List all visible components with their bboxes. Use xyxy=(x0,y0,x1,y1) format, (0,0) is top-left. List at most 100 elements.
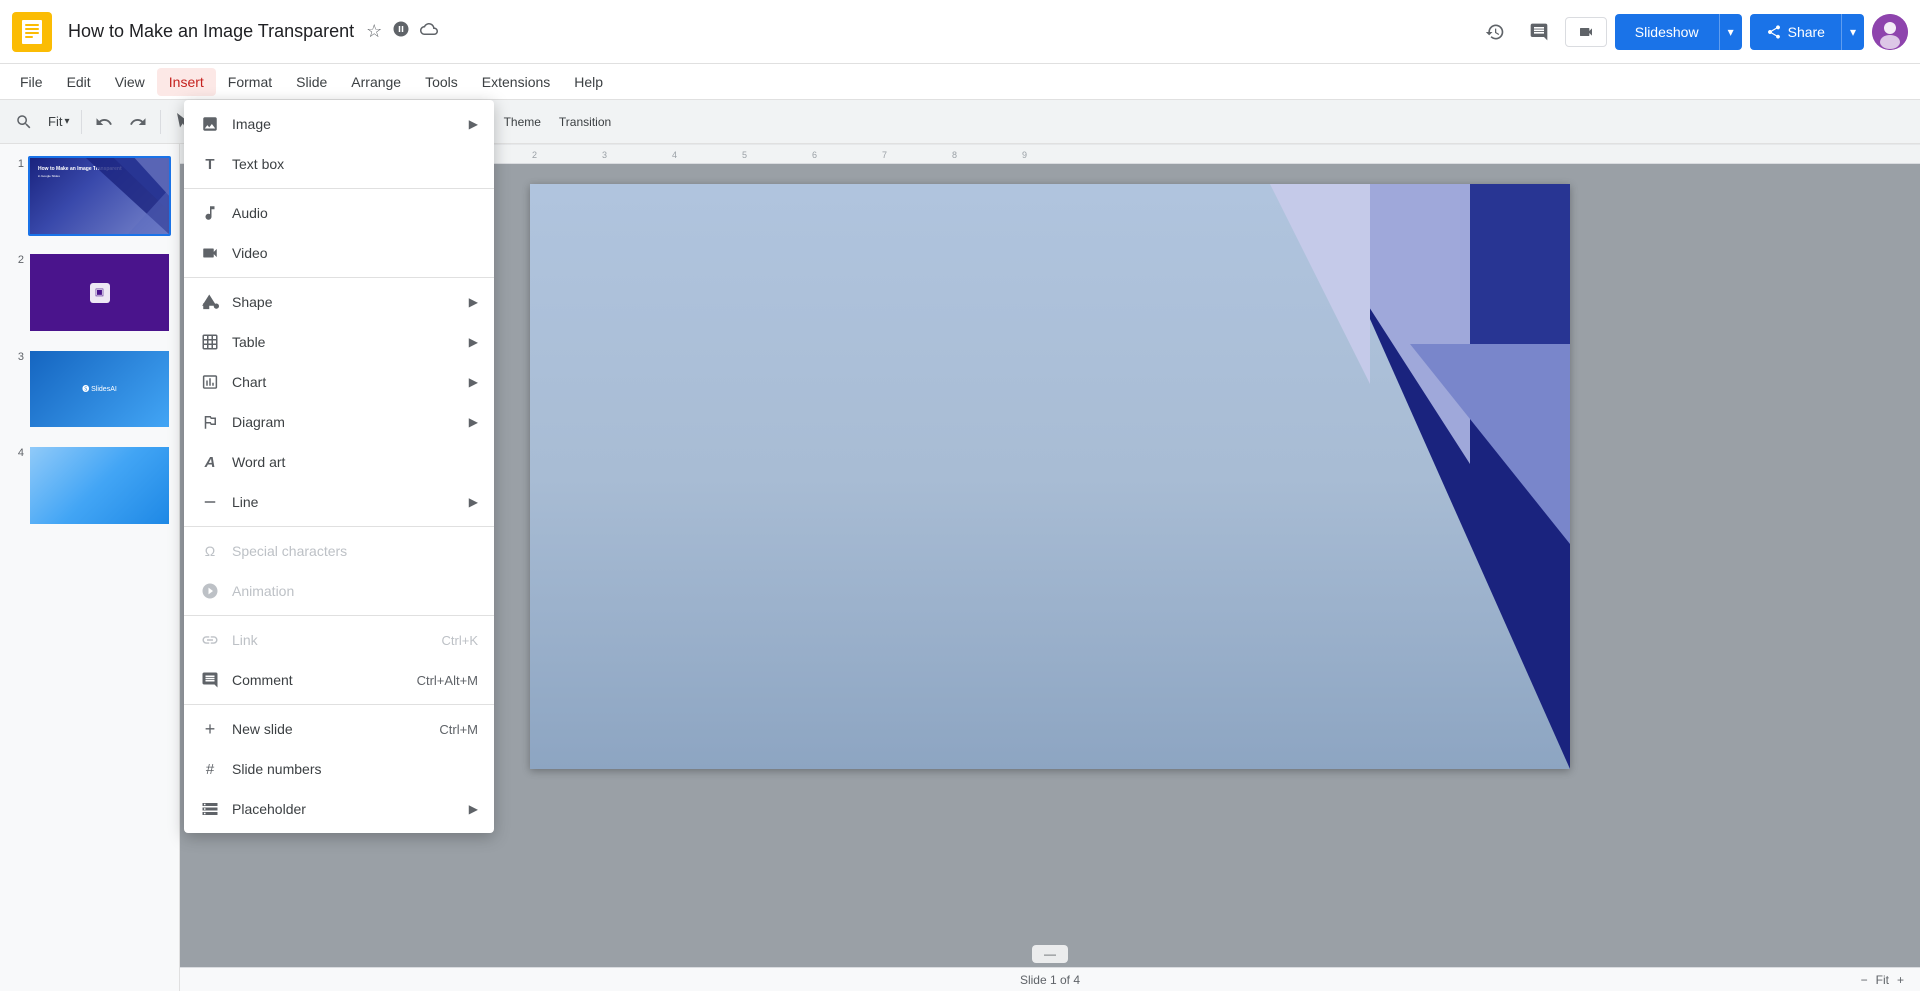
avatar[interactable] xyxy=(1872,14,1908,50)
zoom-in-button[interactable]: + xyxy=(1897,973,1904,987)
bottom-bar: Slide 1 of 4 − Fit + xyxy=(180,967,1920,991)
menu-item-slide[interactable]: Slide xyxy=(284,68,339,96)
meet-button[interactable] xyxy=(1565,17,1607,47)
placeholder-arrow: ▶ xyxy=(469,802,478,816)
slide-thumb-3[interactable]: 3 🅢 SlidesAI xyxy=(4,345,175,433)
slide-num-2: 2 xyxy=(8,252,24,266)
menu-item-view[interactable]: View xyxy=(103,68,157,96)
new-slide-icon: + xyxy=(200,719,220,739)
star-icon[interactable]: ☆ xyxy=(362,17,386,46)
menu-item-arrange[interactable]: Arrange xyxy=(339,68,413,96)
toolbar-search[interactable] xyxy=(8,106,40,138)
insert-menu-comment[interactable]: Comment Ctrl+Alt+M xyxy=(184,660,494,700)
svg-text:9: 9 xyxy=(1022,150,1027,160)
placeholder-icon xyxy=(200,799,220,819)
insert-menu-shape[interactable]: Shape ▶ xyxy=(184,282,494,322)
share-container: Share ▾ xyxy=(1750,14,1864,50)
toolbar-undo[interactable] xyxy=(88,106,120,138)
diagram-arrow: ▶ xyxy=(469,415,478,429)
svg-text:7: 7 xyxy=(882,150,887,160)
text-box-icon: T xyxy=(200,154,220,174)
slide-canvas[interactable] xyxy=(530,184,1570,769)
menu-item-insert[interactable]: Insert xyxy=(157,68,216,96)
slide-thumb-4[interactable]: 4 xyxy=(4,441,175,529)
slide3-logo: 🅢 SlidesAI xyxy=(82,384,117,394)
video-icon xyxy=(200,243,220,263)
divider-3 xyxy=(184,526,494,527)
image-icon xyxy=(200,114,220,134)
toolbar-transition[interactable]: Transition xyxy=(551,106,619,138)
menu-item-format[interactable]: Format xyxy=(216,68,284,96)
slide-panel: 1 How to Make an Image Transparent in Go… xyxy=(0,144,180,991)
comment-button[interactable] xyxy=(1521,14,1557,50)
insert-menu-video[interactable]: Video xyxy=(184,233,494,273)
menu-item-file[interactable]: File xyxy=(8,68,55,96)
toolbar-redo[interactable] xyxy=(122,106,154,138)
slide1-decoration xyxy=(86,158,169,234)
drive-icon[interactable] xyxy=(388,16,414,47)
line-arrow: ▶ xyxy=(469,495,478,509)
toolbar-divider-2 xyxy=(160,110,161,134)
new-slide-label: New slide xyxy=(232,721,439,737)
slideshow-dropdown-button[interactable]: ▾ xyxy=(1719,14,1742,50)
slide-thumb-2[interactable]: 2 ▣ xyxy=(4,248,175,336)
divider-1 xyxy=(184,188,494,189)
toolbar-zoom-fit[interactable]: Fit ▾ xyxy=(42,106,75,138)
insert-menu-word-art[interactable]: A Word art xyxy=(184,442,494,482)
menu-item-tools[interactable]: Tools xyxy=(413,68,470,96)
new-slide-shortcut: Ctrl+M xyxy=(439,722,478,737)
svg-text:2: 2 xyxy=(532,150,537,160)
audio-label: Audio xyxy=(232,205,478,221)
slide-preview-2: ▣ xyxy=(28,252,171,332)
menu-item-help[interactable]: Help xyxy=(562,68,615,96)
table-label: Table xyxy=(232,334,469,350)
slide-thumb-1[interactable]: 1 How to Make an Image Transparent in Go… xyxy=(4,152,175,240)
image-arrow: ▶ xyxy=(469,117,478,131)
divider-4 xyxy=(184,615,494,616)
title-right-controls: Slideshow ▾ Share ▾ xyxy=(1477,14,1908,50)
menu-bar: File Edit View Insert Format Slide Arran… xyxy=(0,64,1920,100)
divider-2 xyxy=(184,277,494,278)
share-label: Share xyxy=(1788,24,1825,40)
insert-menu-animation[interactable]: Animation xyxy=(184,571,494,611)
slide-num-4: 4 xyxy=(8,445,24,459)
insert-menu-line[interactable]: Line ▶ xyxy=(184,482,494,522)
history-button[interactable] xyxy=(1477,14,1513,50)
zoom-out-button[interactable]: − xyxy=(1861,973,1868,987)
diagram-label: Diagram xyxy=(232,414,469,430)
menu-item-edit[interactable]: Edit xyxy=(55,68,103,96)
bottom-bar-right: − Fit + xyxy=(1861,973,1904,987)
slide-numbers-icon: # xyxy=(200,759,220,779)
link-label: Link xyxy=(232,632,442,648)
insert-menu-audio[interactable]: Audio xyxy=(184,193,494,233)
animation-label: Animation xyxy=(232,583,478,599)
table-arrow: ▶ xyxy=(469,335,478,349)
share-button[interactable]: Share xyxy=(1750,14,1841,50)
insert-menu-table[interactable]: Table ▶ xyxy=(184,322,494,362)
toolbar-theme[interactable]: Theme xyxy=(496,106,549,138)
word-art-label: Word art xyxy=(232,454,478,470)
share-dropdown-button[interactable]: ▾ xyxy=(1841,14,1864,50)
insert-menu-slide-numbers[interactable]: # Slide numbers xyxy=(184,749,494,789)
placeholder-label: Placeholder xyxy=(232,801,469,817)
shape-arrow: ▶ xyxy=(469,295,478,309)
insert-menu-chart[interactable]: Chart ▶ xyxy=(184,362,494,402)
slide2-icon: ▣ xyxy=(90,283,110,303)
comment-icon xyxy=(200,670,220,690)
insert-menu-new-slide[interactable]: + New slide Ctrl+M xyxy=(184,709,494,749)
insert-menu-placeholder[interactable]: Placeholder ▶ xyxy=(184,789,494,829)
insert-menu-special-characters[interactable]: Ω Special characters xyxy=(184,531,494,571)
slide-preview-4 xyxy=(28,445,171,525)
cloud-icon[interactable] xyxy=(416,16,442,47)
chart-label: Chart xyxy=(232,374,469,390)
insert-menu-image[interactable]: Image ▶ xyxy=(184,104,494,144)
insert-menu-diagram[interactable]: Diagram ▶ xyxy=(184,402,494,442)
slideshow-button[interactable]: Slideshow xyxy=(1615,14,1719,50)
svg-text:5: 5 xyxy=(742,150,747,160)
menu-item-extensions[interactable]: Extensions xyxy=(470,68,562,96)
slide-num-3: 3 xyxy=(8,349,24,363)
doc-title: How to Make an Image Transparent xyxy=(68,21,354,42)
text-box-label: Text box xyxy=(232,156,478,172)
slideshow-container: Slideshow ▾ xyxy=(1615,14,1742,50)
insert-menu-text-box[interactable]: T Text box xyxy=(184,144,494,184)
